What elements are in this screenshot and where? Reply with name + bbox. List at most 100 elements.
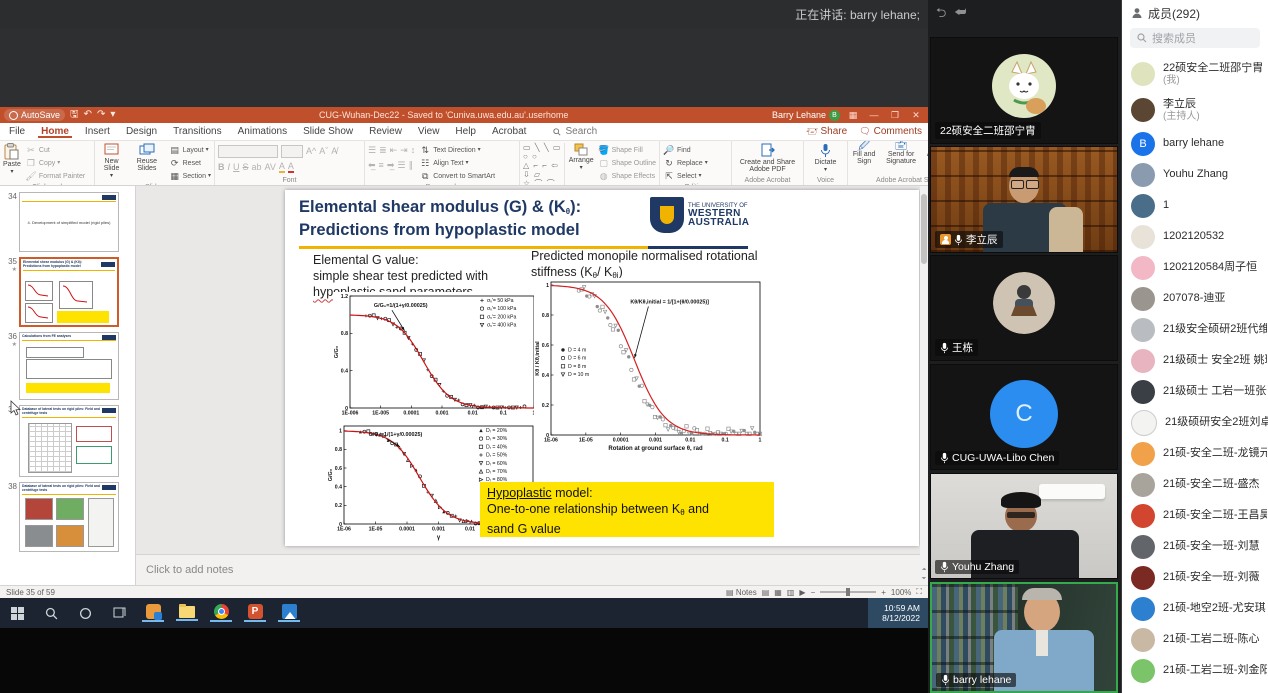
increase-indent-button[interactable]: ⇥ [400, 145, 408, 156]
ribbon-tab-design[interactable]: Design [123, 125, 160, 138]
member-item-10[interactable]: 21级硕士 工岩一班张依杰 [1122, 376, 1268, 407]
quick-access-caret-icon[interactable]: ▾ [110, 110, 115, 120]
shape-fill-button[interactable]: 🪣Shape Fill [598, 145, 656, 157]
member-item-18[interactable]: 21硕-工岩二班-陈心 [1122, 624, 1268, 655]
line-spacing-button[interactable]: ↕ [411, 145, 416, 155]
reset-button[interactable]: ⟳Reset [169, 158, 211, 170]
dictate-button[interactable]: Dictate▾ [815, 143, 837, 174]
font-size-select[interactable] [281, 145, 303, 158]
align-left-button[interactable]: ⬅̲ [368, 160, 376, 171]
autosave-toggle[interactable]: AutoSave [4, 109, 65, 121]
close-button[interactable]: ✕ [908, 110, 924, 121]
select-button[interactable]: ⇱Select▾ [663, 171, 728, 183]
previous-slide-button[interactable]: ⏶ [922, 567, 927, 574]
columns-button[interactable]: ∥ [408, 160, 413, 171]
comments-button[interactable]: 🗨Comments [859, 126, 922, 137]
clear-format-button[interactable]: A̸ [331, 146, 337, 156]
save-icon[interactable]: 🖫 [70, 110, 79, 120]
taskbar-search-button[interactable] [34, 598, 68, 628]
member-item-6[interactable]: 1202120584周子恒 [1122, 252, 1268, 283]
member-item-2[interactable]: Bbarry lehane [1122, 128, 1268, 159]
reuse-slides-button[interactable]: Reuse Slides [129, 143, 165, 172]
share-button[interactable]: 🖅Share [806, 124, 847, 140]
find-button[interactable]: 🔎Find [663, 145, 728, 157]
ribbon-display-icon[interactable]: ▦ [845, 110, 861, 121]
slide-sorter-button[interactable]: ▦ [774, 588, 782, 597]
ribbon-tab-view[interactable]: View [415, 125, 443, 138]
restore-button[interactable]: ❐ [887, 110, 903, 121]
video-tile-2[interactable]: 李立辰 [930, 146, 1118, 253]
member-item-1[interactable]: 李立辰(主持人) [1122, 92, 1268, 128]
cut-button[interactable]: ✂Cut [25, 145, 85, 157]
paste-button[interactable]: Paste▾ [3, 143, 21, 176]
member-item-3[interactable]: Youhu Zhang [1122, 159, 1268, 190]
member-item-14[interactable]: 21硕-安全二班-王昌昊 [1122, 500, 1268, 531]
underline-button[interactable]: U [233, 162, 240, 172]
slideshow-button[interactable]: ▶ [799, 588, 805, 597]
member-item-8[interactable]: 21级安全硕研2班代维 [1122, 314, 1268, 345]
file-explorer-taskbar-icon[interactable] [170, 598, 204, 628]
powerpoint-taskbar-icon[interactable]: P [238, 598, 272, 628]
fill-sign-button[interactable]: 🖉 Fill and Sign [851, 143, 877, 165]
shape-effects-button[interactable]: ◍Shape Effects [598, 171, 656, 183]
member-item-19[interactable]: 21硕-工岩二班-刘金阳 [1122, 655, 1268, 686]
text-shadow-button[interactable]: ab [252, 162, 262, 172]
font-name-select[interactable] [218, 145, 278, 158]
slide-scrollbar[interactable]: ⏶ ⏷ [920, 186, 928, 585]
shape-outline-button[interactable]: ▢Shape Outline [598, 158, 656, 170]
member-search-input[interactable]: 搜索成员 [1130, 28, 1260, 48]
member-item-12[interactable]: 21硕-安全二班-龙镜元 [1122, 438, 1268, 469]
video-tile-1[interactable]: 22硕安全二班邵宁胄 [930, 37, 1118, 144]
justify-button[interactable]: ☰ [397, 160, 405, 171]
copy-button[interactable]: ❐Copy ▾ [25, 158, 85, 170]
minimize-button[interactable]: — [866, 110, 882, 120]
numbering-button[interactable]: ≣ [379, 145, 387, 156]
zoom-level[interactable]: 100% [891, 588, 911, 597]
zoom-slider[interactable] [820, 591, 876, 593]
zoom-in-button[interactable]: + [881, 588, 886, 597]
align-right-button[interactable]: ➡̲ [387, 160, 395, 171]
convert-smartart-button[interactable]: ⧉Convert to SmartArt [419, 171, 495, 183]
reading-view-button[interactable]: ▥ [787, 588, 795, 597]
normal-view-button[interactable]: ▤ [762, 588, 770, 597]
chrome-taskbar-icon[interactable] [204, 598, 238, 628]
member-item-16[interactable]: 21硕-安全一班-刘薇 [1122, 562, 1268, 593]
member-item-7[interactable]: 207078-迪亚 [1122, 283, 1268, 314]
decrease-indent-button[interactable]: ⇤ [390, 145, 398, 156]
next-slide-button[interactable]: ⏷ [922, 576, 927, 583]
redo-icon[interactable]: ↷ [97, 110, 105, 120]
layout-button[interactable]: ▤Layout▾ [169, 145, 211, 157]
align-text-button[interactable]: ☷Align Text▾ [419, 158, 495, 170]
italic-button[interactable]: I [228, 162, 231, 172]
ribbon-tab-home[interactable]: Home [38, 125, 72, 138]
thumbnail-37-box[interactable]: Database of lateral tests on rigid piles… [19, 405, 119, 477]
thumbnail-34-box[interactable]: 4. Development of simplified model (rigi… [19, 192, 119, 252]
ribbon-tab-acrobat[interactable]: Acrobat [489, 125, 529, 138]
thumbnail-35-box[interactable]: Elemental shear modulus (G) & (Kθ): Pred… [19, 257, 119, 327]
account-user[interactable]: Barry Lehane B [772, 110, 840, 121]
zoom-out-button[interactable]: − [811, 588, 816, 597]
cortana-button[interactable] [68, 598, 102, 628]
notes-button[interactable]: ▤ Notes [726, 588, 757, 597]
member-item-15[interactable]: 21硕-安全一班-刘慧 [1122, 531, 1268, 562]
undo-arrow-icon[interactable]: ⮌ [936, 4, 946, 26]
format-painter-button[interactable]: 🖌Format Painter [25, 171, 85, 183]
ribbon-tab-animations[interactable]: Animations [235, 125, 290, 138]
highlight-color-button[interactable]: A [279, 161, 285, 173]
ribbon-tab-file[interactable]: File [6, 125, 28, 138]
bold-button[interactable]: B [218, 162, 225, 172]
thumbnail-38-box[interactable]: Database of lateral tests on rigid piles… [19, 482, 119, 552]
char-spacing-button[interactable]: AV [265, 162, 276, 172]
member-item-11[interactable]: 21级硕研安全2班刘卓 [1122, 407, 1268, 438]
member-item-4[interactable]: 1 [1122, 190, 1268, 221]
video-tile-5[interactable]: Youhu Zhang [930, 473, 1118, 579]
slide-canvas[interactable]: Elemental shear modulus (G) & (Kθ): Pred… [136, 186, 920, 554]
ribbon-tab-review[interactable]: Review [366, 125, 405, 138]
arrange-button[interactable]: Arrange▾ [569, 143, 594, 172]
ribbon-tab-slide-show[interactable]: Slide Show [300, 125, 356, 138]
video-tile-3[interactable]: 王栋 [930, 255, 1118, 361]
shrink-font-button[interactable]: Aˇ [319, 146, 328, 156]
search-box[interactable]: Search [553, 126, 597, 137]
ribbon-tab-help[interactable]: Help [452, 125, 479, 138]
member-item-17[interactable]: 21硕-地空2班-尤安琪 [1122, 593, 1268, 624]
